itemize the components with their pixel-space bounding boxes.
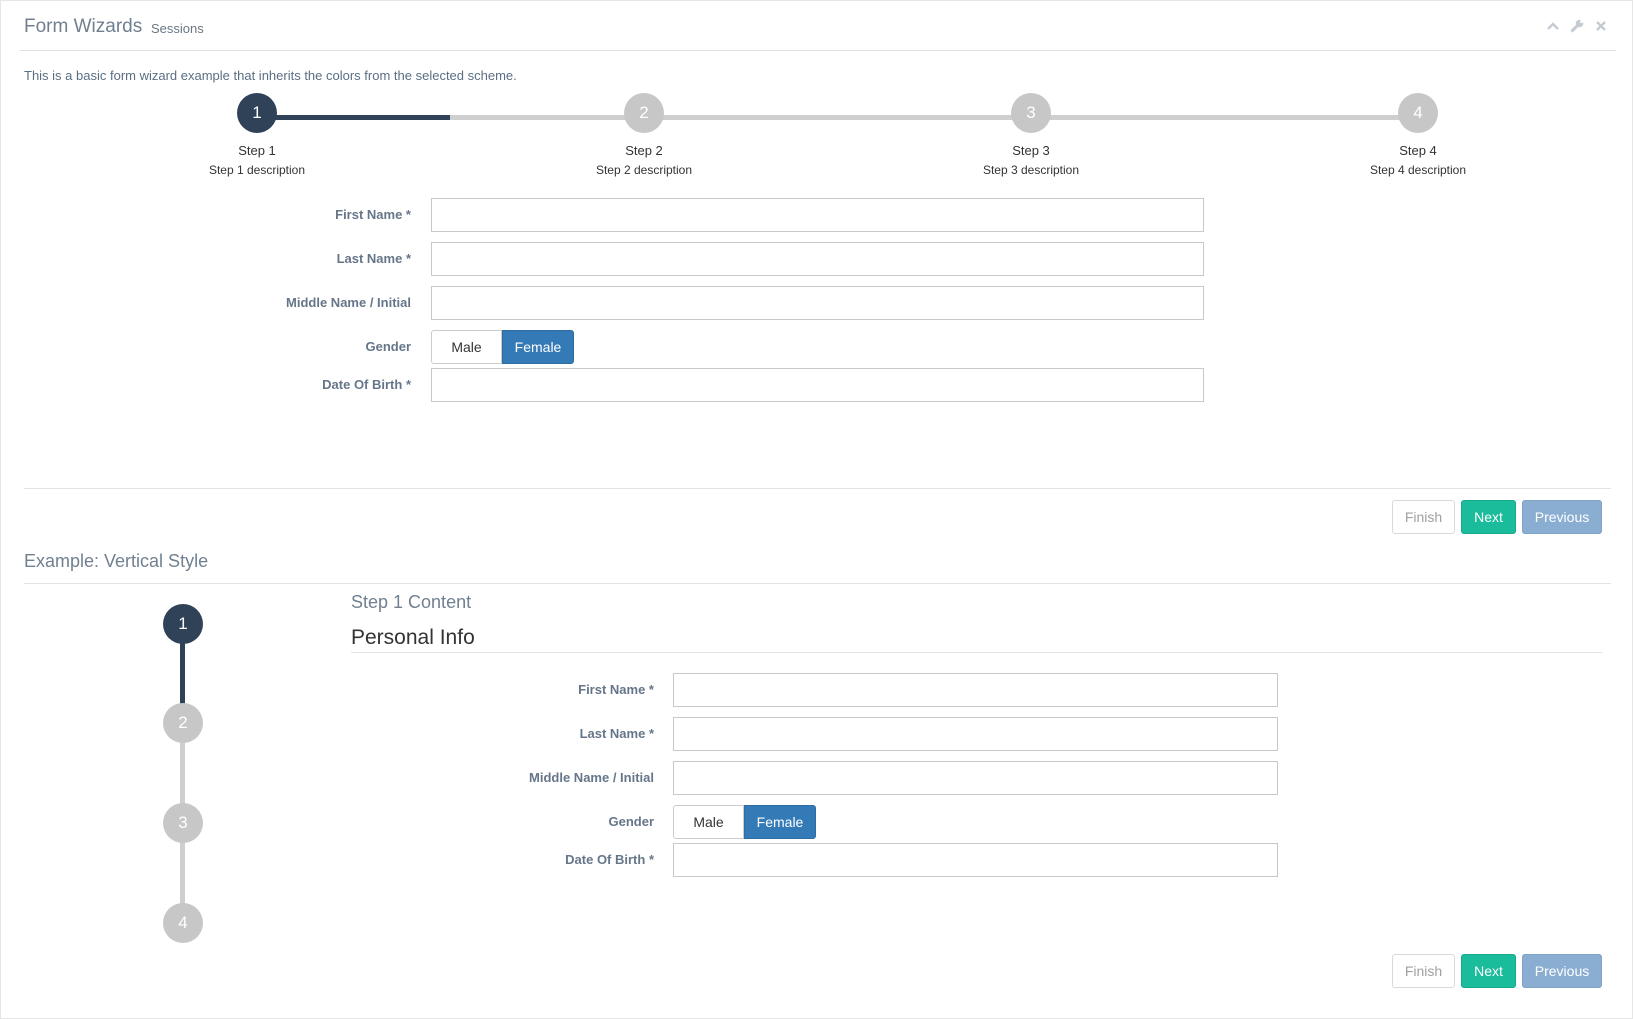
gender-female-button[interactable]: Female [502,330,574,364]
middle-name-input[interactable] [673,761,1278,795]
step-number: 1 [163,604,203,644]
wizard-step-3[interactable]: 3 Step 3 Step 3 description [961,93,1101,177]
gender-toggle: Male Female [431,330,574,364]
wizard-step-2[interactable]: 2 Step 2 Step 2 description [574,93,714,177]
vertical-wizard-actions: Finish Next Previous [1392,954,1602,988]
first-name-label: First Name * [335,207,411,222]
divider [24,583,1611,584]
panel-header: Form Wizards Sessions [20,1,1616,51]
first-name-label: First Name * [578,682,654,697]
horizontal-wizard-actions: Finish Next Previous [1392,500,1602,534]
step-title: Step 3 [1012,143,1050,158]
section-title: Example: Vertical Style [24,551,209,571]
middle-name-row: Middle Name / Initial [1,761,1633,795]
dob-row: Date Of Birth * [1,368,1633,402]
wrench-icon[interactable] [1570,19,1584,33]
wizard-step-4[interactable]: 4 Step 4 Step 4 description [1348,93,1488,177]
step-description: Step 4 description [1369,163,1467,177]
step-description: Step 1 description [208,163,306,177]
chevron-up-icon[interactable] [1546,19,1560,33]
gender-male-button[interactable]: Male [431,330,502,364]
middle-name-label: Middle Name / Initial [286,295,411,310]
dob-row: Date Of Birth * [1,843,1633,877]
gender-female-button[interactable]: Female [744,805,816,839]
dob-label: Date Of Birth * [565,852,654,867]
gender-label: Gender [608,814,654,829]
panel-tools [1546,19,1608,33]
gender-row: Gender Male Female [1,805,1633,839]
finish-button[interactable]: Finish [1392,500,1455,534]
wizard-step-1[interactable]: 1 Step 1 Step 1 description [187,93,327,177]
finish-button[interactable]: Finish [1392,954,1455,988]
middle-name-input[interactable] [431,286,1204,320]
next-button[interactable]: Next [1461,500,1516,534]
intro-text: This is a basic form wizard example that… [24,68,517,83]
next-button[interactable]: Next [1461,954,1516,988]
first-name-row: First Name * [1,198,1633,232]
last-name-label: Last Name * [579,726,654,741]
step-number: 4 [1398,93,1438,133]
last-name-input[interactable] [431,242,1204,276]
step-description: Step 2 description [595,163,693,177]
previous-button[interactable]: Previous [1522,500,1602,534]
last-name-row: Last Name * [1,717,1633,751]
step-title: Step 4 [1399,143,1437,158]
step-title: Step 1 [238,143,276,158]
step-content-heading: Personal Info [351,626,475,649]
step-number: 2 [624,93,664,133]
first-name-input[interactable] [673,673,1278,707]
horizontal-wizard-steps: 1 Step 1 Step 1 description 2 Step 2 Ste… [1,93,1633,183]
step-description: Step 3 description [982,163,1080,177]
last-name-label: Last Name * [336,251,411,266]
close-icon[interactable] [1594,19,1608,33]
dob-input[interactable] [431,368,1204,402]
vertical-step-4[interactable]: 4 [163,903,203,943]
middle-name-label: Middle Name / Initial [529,770,654,785]
vertical-step-1[interactable]: 1 [163,604,203,644]
last-name-input[interactable] [673,717,1278,751]
gender-male-button[interactable]: Male [673,805,744,839]
gender-toggle: Male Female [673,805,816,839]
previous-button[interactable]: Previous [1522,954,1602,988]
gender-row: Gender Male Female [1,330,1633,364]
dob-label: Date Of Birth * [322,377,411,392]
step-number: 3 [1011,93,1051,133]
divider [351,652,1602,653]
page-title: Form Wizards [24,16,143,37]
gender-label: Gender [365,339,411,354]
form-wizards-panel: Form Wizards Sessions This is a basic fo… [0,0,1633,1019]
last-name-row: Last Name * [1,242,1633,276]
divider [24,488,1611,489]
step-number: 1 [237,93,277,133]
page-subtitle: Sessions [151,21,204,36]
first-name-input[interactable] [431,198,1204,232]
step-number: 4 [163,903,203,943]
step-title: Step 2 [625,143,663,158]
first-name-row: First Name * [1,673,1633,707]
step-content-title: Step 1 Content [351,592,472,612]
dob-input[interactable] [673,843,1278,877]
middle-name-row: Middle Name / Initial [1,286,1633,320]
